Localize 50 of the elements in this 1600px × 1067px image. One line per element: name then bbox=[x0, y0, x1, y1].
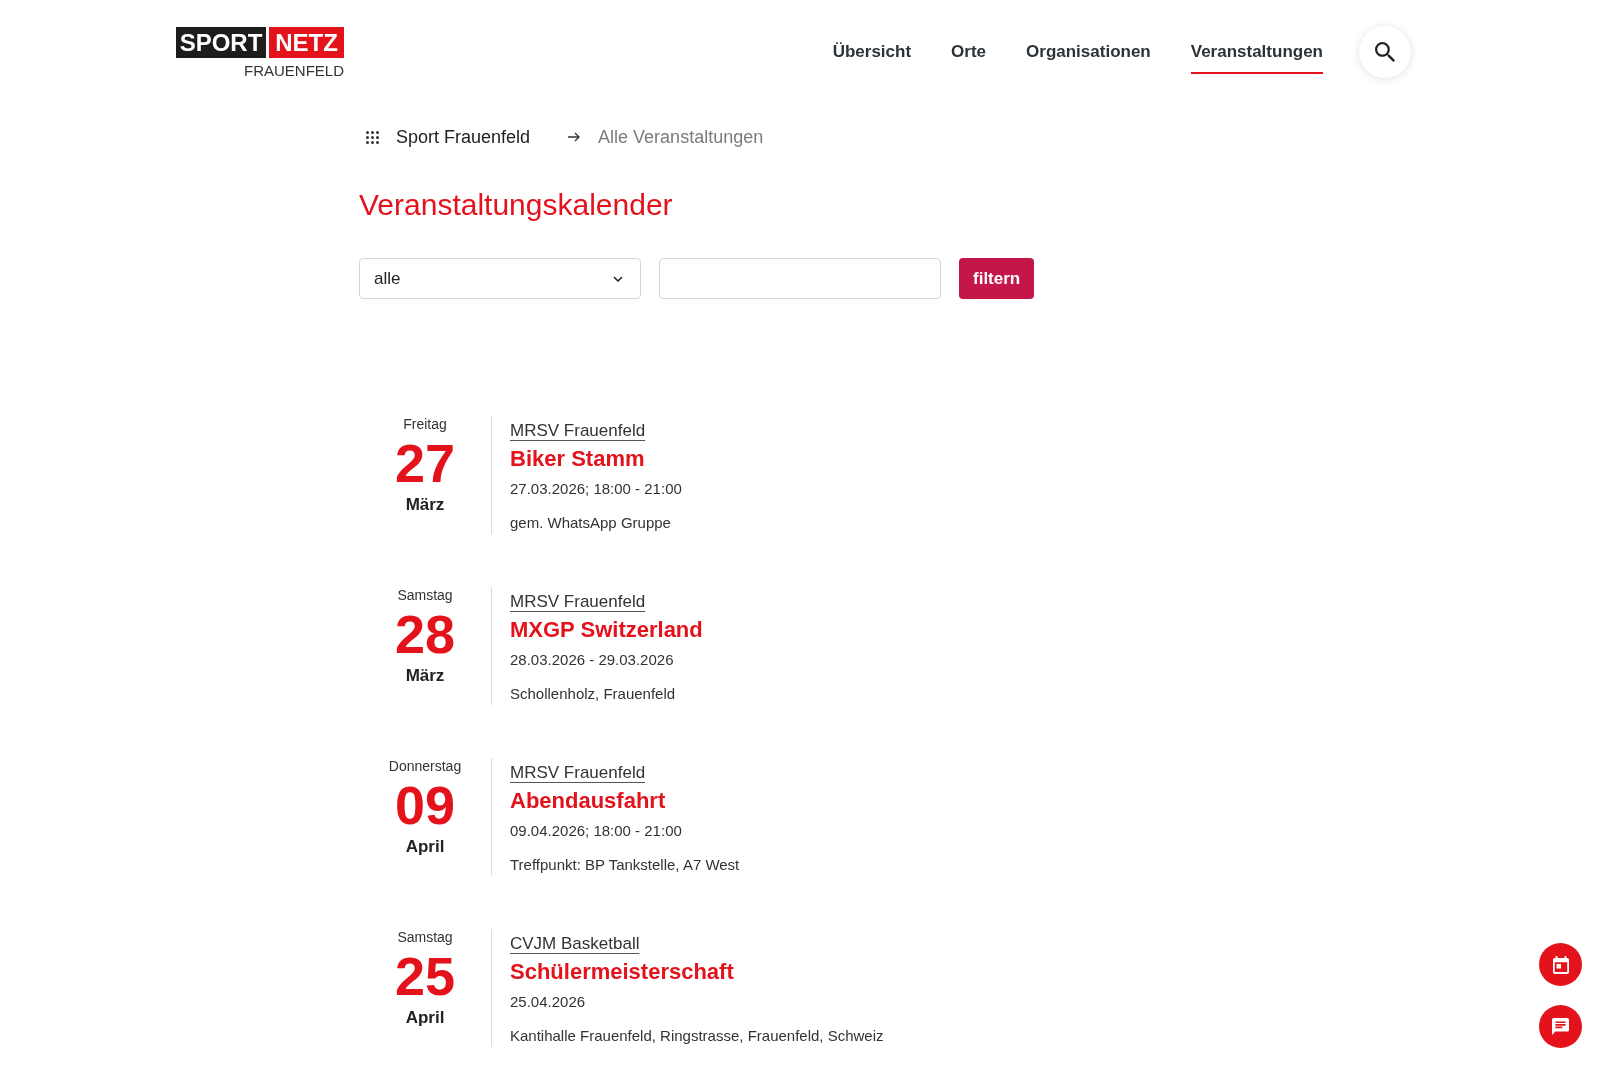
day-number: 25 bbox=[394, 949, 456, 1003]
calendar-button[interactable] bbox=[1539, 943, 1582, 986]
nav-link[interactable]: Übersicht bbox=[832, 29, 912, 74]
chevron-down-icon bbox=[613, 275, 623, 282]
day-number: 27 bbox=[394, 436, 456, 490]
grid-icon bbox=[366, 130, 379, 144]
event-date-time: 28.03.2026 - 29.03.2026 bbox=[510, 650, 674, 670]
event-title[interactable]: Abendausfahrt bbox=[510, 787, 666, 815]
organizer-link[interactable]: MRSV Frauenfeld bbox=[510, 761, 646, 785]
event-location: Treffpunkt: BP Tankstelle, A7 West bbox=[510, 855, 740, 875]
day-number: 28 bbox=[394, 607, 456, 661]
search-field[interactable] bbox=[659, 258, 941, 299]
page-title: Veranstaltungskalender bbox=[359, 187, 674, 223]
logo-word: SPORT bbox=[176, 27, 266, 58]
weekday-label: Donnerstag bbox=[388, 757, 462, 775]
logo-word: NETZ bbox=[269, 27, 344, 58]
organizer-link[interactable]: MRSV Frauenfeld bbox=[510, 419, 646, 443]
event-title[interactable]: MXGP Switzerland bbox=[510, 616, 703, 644]
search-button[interactable] bbox=[1359, 25, 1411, 78]
nav-link[interactable]: Organisationen bbox=[1026, 29, 1151, 74]
chat-icon bbox=[1552, 1018, 1569, 1035]
calendar-icon bbox=[1552, 955, 1569, 974]
event-location: Schollenholz, Frauenfeld bbox=[510, 684, 676, 704]
weekday-label: Freitag bbox=[403, 415, 447, 433]
chat-button[interactable] bbox=[1539, 1005, 1582, 1048]
event-title[interactable]: Schülermeisterschaft bbox=[510, 958, 734, 986]
day-number: 09 bbox=[394, 778, 456, 832]
logo-subtitle: FRAUENFELD bbox=[244, 62, 344, 80]
nav-link[interactable]: Veranstaltungen bbox=[1190, 29, 1323, 74]
event-date-time: 09.04.2026; 18:00 - 21:00 bbox=[510, 821, 682, 841]
event-date-time: 25.04.2026 bbox=[510, 992, 586, 1012]
weekday-label: Samstag bbox=[397, 586, 453, 604]
breadcrumb-link[interactable]: Sport Frauenfeld bbox=[396, 125, 531, 149]
event-title[interactable]: Biker Stamm bbox=[510, 445, 645, 473]
search-icon bbox=[1375, 41, 1395, 62]
organizer-link[interactable]: MRSV Frauenfeld bbox=[510, 590, 646, 614]
event-location: gem. WhatsApp Gruppe bbox=[510, 513, 671, 533]
category-select[interactable]: alle bbox=[359, 258, 641, 299]
month-label: April bbox=[405, 837, 445, 857]
organizer-link[interactable]: CVJM Basketball bbox=[510, 932, 640, 956]
breadcrumb-current: Alle Veranstaltungen bbox=[598, 126, 764, 149]
event-date-time: 27.03.2026; 18:00 - 21:00 bbox=[510, 479, 682, 499]
weekday-label: Samstag bbox=[397, 928, 453, 946]
arrow-right-icon bbox=[568, 132, 581, 142]
filter-button[interactable]: filtern bbox=[959, 258, 1035, 299]
month-label: April bbox=[405, 1008, 445, 1028]
month-label: März bbox=[405, 666, 445, 686]
event-location: Kantihalle Frauenfeld, Ringstrasse, Frauenfeld, Schweiz bbox=[510, 1026, 884, 1046]
month-label: März bbox=[405, 495, 445, 515]
nav-link[interactable]: Orte bbox=[951, 29, 987, 74]
